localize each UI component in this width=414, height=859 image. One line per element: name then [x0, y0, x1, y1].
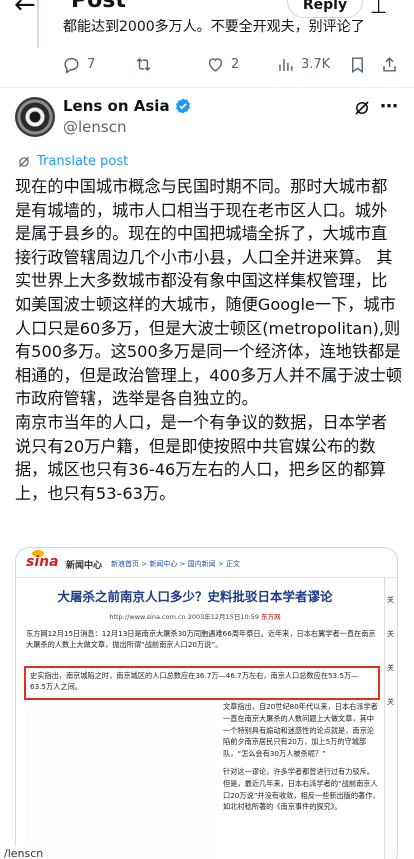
- tweet-paragraph: 现在的中国城市概念与民国时期不同。那时大城市都是有城墙的，城市人口相当于现在老市…: [15, 177, 403, 409]
- article-paragraph: 针对这一谬论，许多学者都曾进行过有力驳斥。但是，最近几年来，日本右派学者的“战前…: [223, 766, 380, 812]
- tweet-media-image[interactable]: sina 新闻中心 新浪首页 > 新闻中心 > 国内新闻 > 正文 大屠杀之前南…: [15, 547, 398, 859]
- author-name[interactable]: Lens on Asia: [63, 97, 170, 115]
- views-action[interactable]: 3.7K: [276, 55, 330, 74]
- tweet-action-bar: 7 2 3.7K: [62, 55, 402, 79]
- share-action[interactable]: [380, 55, 399, 74]
- settings-sliders-icon[interactable]: ⊥: [370, 0, 387, 18]
- article-column: 文章指出，自20世纪80年代以来，日本右派学者一直在南京大屠杀的人数问题上大做文…: [223, 701, 381, 819]
- author-handle[interactable]: @lenscn: [63, 118, 126, 136]
- article-url: http://www.sina.com.cn 2003年12月15日10:59: [109, 613, 260, 621]
- sina-header: sina 新闻中心 新浪首页 > 新闻中心 > 国内新闻 > 正文: [16, 548, 397, 578]
- bookmark-action[interactable]: [348, 55, 367, 74]
- grok-icon[interactable]: [353, 99, 371, 117]
- back-arrow-icon[interactable]: ←: [14, 0, 36, 18]
- previous-tweet-text: 都能达到2000多万人。不要全开观夫，别评论了: [63, 19, 365, 35]
- side-label: 关: [387, 596, 394, 604]
- repost-icon: [136, 57, 151, 72]
- like-count: 2: [231, 57, 240, 72]
- article-title: 大屠杀之前南京人口多少？史料批驳日本学者谬论: [57, 589, 333, 604]
- side-label: 关: [387, 698, 394, 706]
- thread-connector-line: [37, 0, 39, 48]
- article-source: 东方网: [261, 613, 281, 621]
- image-watermark: /lenscn: [0, 846, 48, 859]
- heart-icon: [208, 58, 223, 72]
- author-name-row[interactable]: Lens on Asia: [63, 97, 192, 115]
- reply-action[interactable]: 7: [62, 55, 95, 74]
- more-options-icon[interactable]: ⋯: [380, 96, 399, 117]
- reply-count: 7: [87, 57, 96, 72]
- side-link-strip: 关 关 关 关: [384, 578, 397, 859]
- side-label: 关: [387, 630, 394, 638]
- article-image-placeholder: [26, 708, 216, 859]
- bookmark-icon: [352, 57, 363, 73]
- avatar[interactable]: [15, 97, 55, 137]
- article-paragraph: 东方网12月15日消息：12月13日是南京大屠杀30万同胞遇难66周年祭日。近年…: [26, 629, 376, 649]
- article-paragraph: 文章指出，自20世纪80年代以来，日本右派学者一直在南京大屠杀的人数问题上大做文…: [223, 702, 378, 759]
- translate-post-link[interactable]: Translate post: [17, 154, 128, 169]
- tweet-paragraph: 南京市当年的人口，是一个有争议的数据，日本学者说只有20万户籍，但是即使按照中共…: [15, 412, 388, 503]
- like-action[interactable]: 2: [206, 55, 239, 74]
- tweet-text: 现在的中国城市概念与民国时期不同。那时大城市都是有城墙的，城市人口相当于现在老市…: [15, 175, 403, 505]
- breadcrumb: 新浪首页 > 新闻中心 > 国内新闻 > 正文: [111, 560, 240, 568]
- highlighted-quote: 史实指出，南京城陷之时，南京城区的人口总数应在36.7万—46.7万左右，南京人…: [24, 666, 380, 700]
- page-title: Post: [71, 0, 126, 13]
- tweet-divider: [0, 87, 414, 88]
- translate-icon: [18, 156, 30, 167]
- verified-badge-icon: [175, 98, 190, 114]
- share-icon: [383, 57, 396, 72]
- analytics-icon: [279, 58, 293, 71]
- sina-section-title: 新闻中心: [66, 561, 103, 571]
- view-count: 3.7K: [301, 57, 331, 72]
- reply-icon: [64, 57, 79, 74]
- side-label: 关: [387, 664, 394, 672]
- translate-label[interactable]: Translate post: [37, 154, 128, 169]
- article-url-line: http://www.sina.com.cn 2003年12月15日10:59 …: [16, 611, 374, 621]
- sina-logo: sina: [26, 554, 59, 570]
- repost-action[interactable]: [134, 55, 153, 74]
